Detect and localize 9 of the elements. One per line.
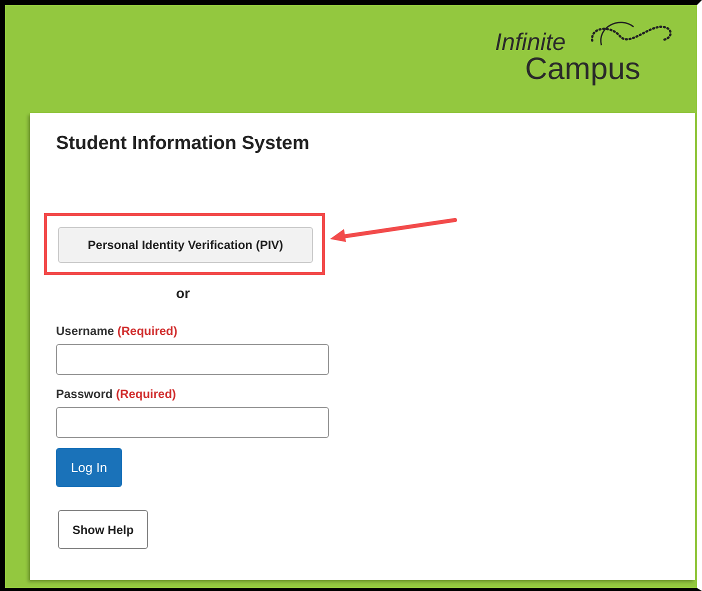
help-button[interactable]: Show Help [58, 510, 148, 549]
field-label: Username (Required) [56, 324, 178, 338]
input-field[interactable] [56, 407, 329, 438]
login-button[interactable]: Log In [56, 448, 122, 487]
field-label: Password (Required) [56, 387, 176, 401]
input-field[interactable] [56, 344, 329, 375]
page-title: Student Information System [56, 133, 310, 155]
separator-text: or [176, 285, 190, 301]
piv-button[interactable]: Personal Identity Verification (PIV) [58, 227, 313, 263]
